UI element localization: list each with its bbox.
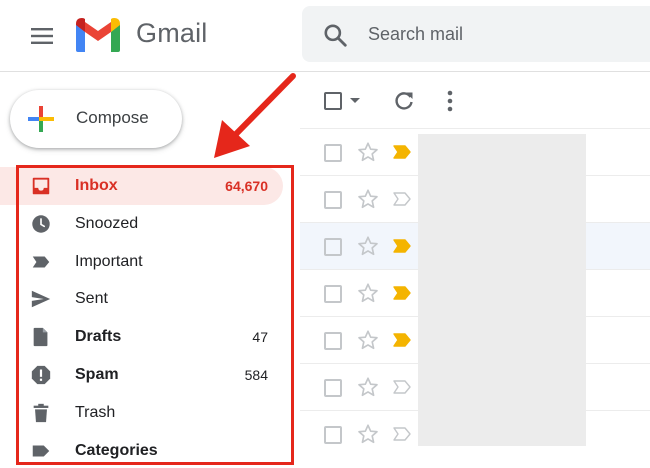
important-marker-icon[interactable]	[392, 332, 412, 348]
sidebar-item-label: Snoozed	[75, 214, 139, 232]
row-checkbox[interactable]	[324, 426, 342, 444]
select-dropdown-chevron-down-icon[interactable]	[350, 98, 360, 103]
inbox-icon	[32, 177, 50, 195]
row-checkbox[interactable]	[324, 379, 342, 397]
redacted-email-content	[418, 134, 586, 446]
compose-label: Compose	[76, 108, 149, 127]
top-bar: Gmail	[0, 0, 650, 72]
star-icon[interactable]	[357, 188, 379, 210]
star-icon[interactable]	[357, 282, 379, 304]
app-name[interactable]: Gmail	[136, 18, 208, 49]
star-icon[interactable]	[357, 329, 379, 351]
sidebar-item-inbox[interactable]: Inbox 64,670	[0, 167, 283, 205]
send-icon	[31, 291, 51, 308]
sidebar-item-snoozed[interactable]: Snoozed	[0, 205, 283, 243]
row-checkbox[interactable]	[324, 144, 342, 162]
trash-icon	[33, 403, 49, 422]
draft-icon	[33, 328, 48, 347]
sidebar-item-label: Inbox	[75, 177, 118, 194]
row-checkbox[interactable]	[324, 332, 342, 350]
more-vert-icon[interactable]	[440, 89, 460, 113]
row-checkbox[interactable]	[324, 238, 342, 256]
search-bar[interactable]	[302, 6, 650, 62]
search-input[interactable]	[368, 18, 628, 50]
important-marker-icon[interactable]	[392, 144, 412, 160]
plus-icon	[28, 106, 54, 132]
sidebar-item-label: Drafts	[75, 328, 122, 346]
important-icon	[32, 256, 50, 268]
important-marker-icon[interactable]	[392, 285, 412, 301]
sidebar-item-label: Spam	[75, 365, 119, 383]
sidebar-item-sent[interactable]: Sent	[0, 280, 283, 318]
star-icon[interactable]	[357, 376, 379, 398]
sidebar-item-drafts[interactable]: Drafts 47	[0, 318, 283, 356]
star-icon[interactable]	[357, 235, 379, 257]
important-marker-icon[interactable]	[392, 426, 412, 442]
list-toolbar	[300, 72, 650, 128]
select-all-checkbox[interactable]	[324, 92, 342, 110]
sidebar-item-label: Categories	[75, 441, 158, 459]
compose-button[interactable]: Compose	[10, 90, 182, 148]
draft-count: 47	[252, 329, 268, 346]
sidebar-item-label: Sent	[75, 290, 108, 308]
search-icon[interactable]	[322, 22, 348, 48]
row-checkbox[interactable]	[324, 191, 342, 209]
sidebar-item-label: Trash	[75, 403, 116, 421]
refresh-icon[interactable]	[392, 89, 416, 113]
important-marker-icon[interactable]	[392, 238, 412, 254]
sidebar: Compose Inbox 64,670 Snoozed Important S…	[0, 72, 300, 468]
star-icon[interactable]	[357, 141, 379, 163]
row-checkbox[interactable]	[324, 285, 342, 303]
hamburger-menu-icon	[31, 28, 53, 44]
sidebar-item-label: Important	[75, 252, 143, 270]
main-menu-button[interactable]	[22, 18, 62, 54]
star-icon[interactable]	[357, 423, 379, 445]
label-icon	[32, 445, 50, 457]
clock-icon	[32, 215, 50, 233]
nav-list: Inbox 64,670 Snoozed Important Sent Draf…	[0, 167, 300, 468]
sidebar-item-trash[interactable]: Trash	[0, 394, 283, 432]
important-marker-icon[interactable]	[392, 191, 412, 207]
spam-icon	[31, 365, 51, 385]
spam-count: 584	[244, 366, 268, 383]
sidebar-item-spam[interactable]: Spam 584	[0, 356, 283, 394]
unread-count: 64,670	[225, 178, 268, 194]
sidebar-item-important[interactable]: Important	[0, 243, 283, 281]
gmail-logo-icon[interactable]	[74, 14, 122, 54]
sidebar-item-categories[interactable]: Categories	[0, 432, 283, 468]
important-marker-icon[interactable]	[392, 379, 412, 395]
